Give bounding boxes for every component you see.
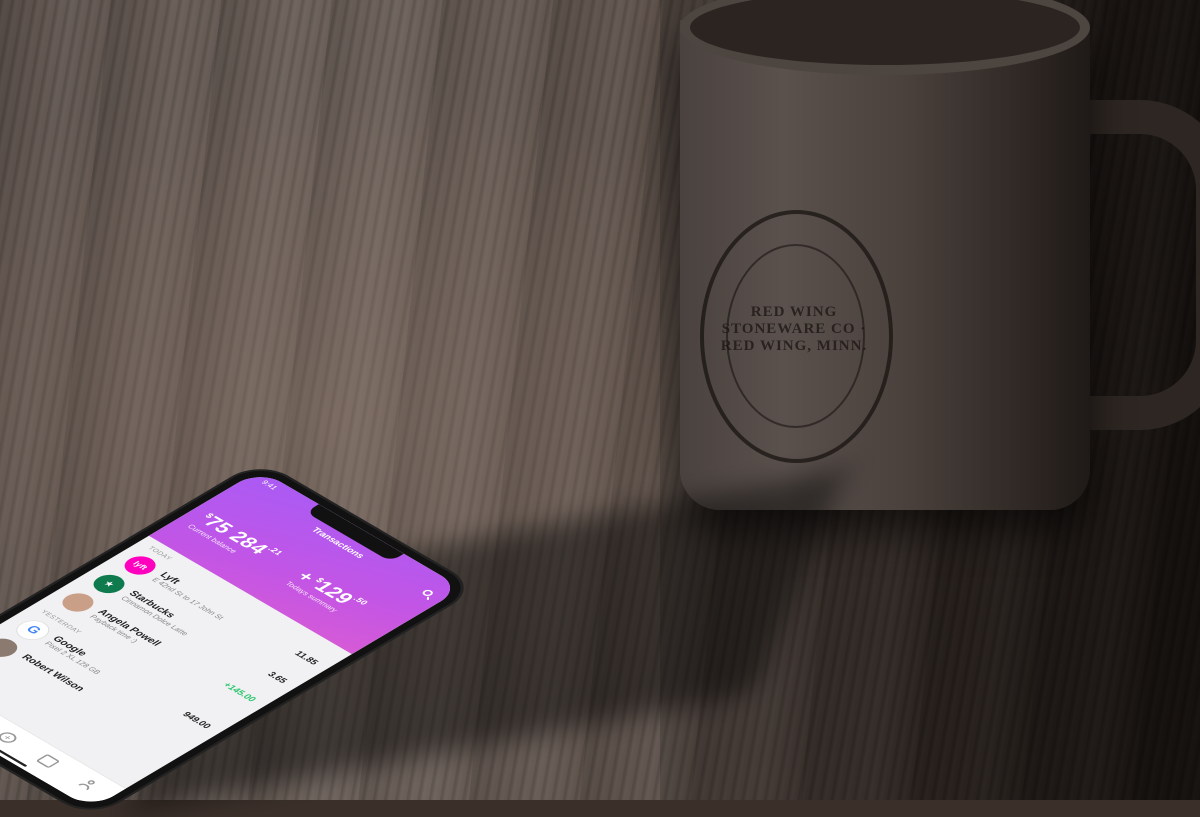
- add-tab-icon[interactable]: +: [0, 730, 21, 745]
- balance-cents: .21: [265, 545, 285, 557]
- wallet-tab-icon[interactable]: [35, 753, 61, 769]
- coffee-mug: RED WING STONEWARE CO · RED WING, MINN.: [680, 0, 1200, 520]
- todays-summary: +$129.50 Todays summary: [283, 568, 369, 619]
- mug-body: RED WING STONEWARE CO · RED WING, MINN.: [680, 20, 1090, 510]
- transaction-amount: 3.65: [264, 670, 290, 685]
- current-balance: $75 284.21 Current balance: [186, 511, 285, 569]
- transaction-amount: 949.00: [179, 710, 214, 731]
- mug-stamp: RED WING STONEWARE CO · RED WING, MINN.: [700, 210, 893, 463]
- profile-tab-icon[interactable]: [76, 777, 101, 792]
- status-time: 9:41: [259, 479, 280, 491]
- transaction-amount: 11.85: [292, 649, 321, 667]
- summary-cents: .50: [350, 595, 370, 607]
- mug-stamp-label: RED WING STONEWARE CO · RED WING, MINN.: [720, 304, 868, 354]
- avatar: [56, 589, 100, 616]
